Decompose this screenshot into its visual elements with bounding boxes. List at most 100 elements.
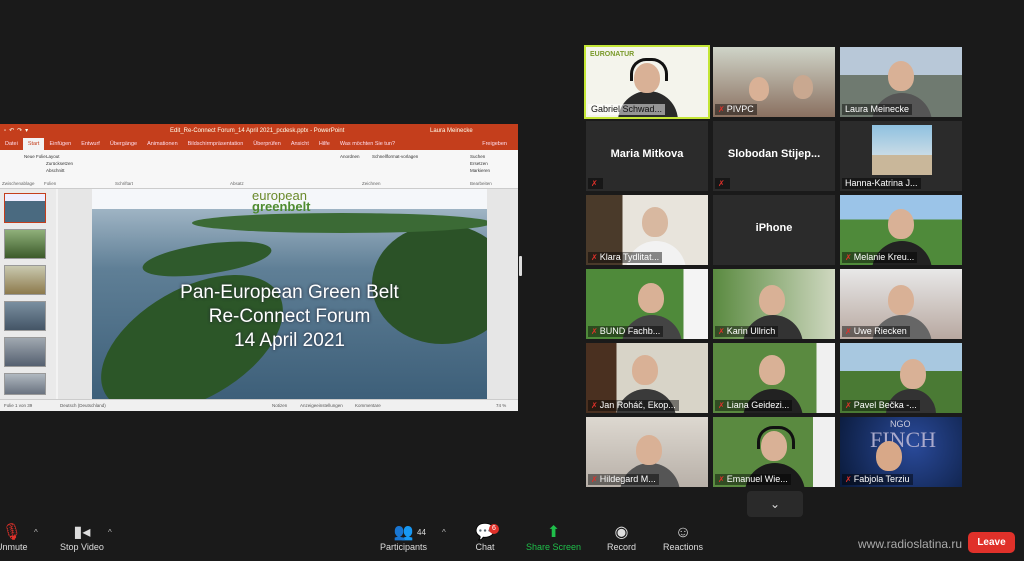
- participant-name: ✗ Emanuel Wie...: [715, 474, 791, 485]
- stop-video-label: Stop Video: [60, 542, 104, 552]
- share-screen-button[interactable]: ⬆ Share Screen: [526, 524, 581, 552]
- leave-button[interactable]: Leave: [968, 532, 1015, 553]
- language[interactable]: Deutsch (Deutschland): [60, 400, 106, 411]
- next-page-chevron-icon[interactable]: ⌄: [747, 491, 803, 517]
- video-tile[interactable]: ✗ Emanuel Wie...: [713, 417, 835, 487]
- tab-einfuegen[interactable]: Einfügen: [44, 138, 76, 150]
- group-editing: Bearbeiten: [470, 181, 492, 186]
- select-button[interactable]: Markieren: [470, 168, 490, 173]
- arrange-button[interactable]: Anordnen: [340, 154, 360, 159]
- new-slide-button[interactable]: Neue Folie: [24, 154, 46, 159]
- tab-ueberpruefen[interactable]: Überprüfen: [248, 138, 286, 150]
- tab-animationen[interactable]: Animationen: [142, 138, 183, 150]
- video-tile[interactable]: NGO FINCH ✗ Fabjola Terziu: [840, 417, 962, 487]
- participants-options-caret-icon[interactable]: ^: [442, 528, 446, 537]
- display-settings-button[interactable]: Anzeigeeinstellungen: [300, 400, 343, 411]
- video-tile[interactable]: ✗ Karin Ullrich: [713, 269, 835, 339]
- quick-styles-button[interactable]: Schnellformat-vorlagen: [372, 154, 418, 159]
- video-tile[interactable]: EURONATUR Gabriel Schwad...: [586, 47, 708, 117]
- mic-muted-icon: ✗: [718, 327, 725, 336]
- tab-ansicht[interactable]: Ansicht: [286, 138, 314, 150]
- far-shore: [192, 213, 487, 233]
- video-tile[interactable]: ✗ PIVPC: [713, 47, 835, 117]
- slide-canvas[interactable]: european greenbelt Pan-European Green Be…: [92, 189, 487, 399]
- slide-thumbnail[interactable]: [4, 337, 46, 367]
- tab-hilfe[interactable]: Hilfe: [314, 138, 335, 150]
- slide-thumbnail[interactable]: [4, 301, 46, 331]
- find-button[interactable]: Suchen: [470, 154, 485, 159]
- slide-counter: Folie 1 von 39: [4, 403, 33, 408]
- headphones-icon: [757, 426, 795, 449]
- video-tile[interactable]: ✗ Jan Roháč, Ekop...: [586, 343, 708, 413]
- record-button[interactable]: ◉ Record: [607, 524, 636, 552]
- headphones-icon: [630, 58, 668, 81]
- tell-me-search[interactable]: Was möchten Sie tun?: [335, 138, 400, 150]
- comments-button[interactable]: Kommentare: [355, 400, 381, 411]
- video-tile[interactable]: ✗ Melanie Kreu...: [840, 195, 962, 265]
- tab-datei[interactable]: Datei: [0, 138, 23, 150]
- participant-figure: [876, 441, 902, 471]
- video-tile[interactable]: ✗ Pavel Bečka -...: [840, 343, 962, 413]
- stop-video-button[interactable]: ▮◂ Stop Video: [60, 524, 104, 552]
- record-label: Record: [607, 542, 637, 552]
- ribbon: Neue Folie Layout Zurücksetzen Abschnitt…: [0, 150, 518, 189]
- share-ppt-button[interactable]: Freigeben: [477, 138, 512, 150]
- slide-thumbnail[interactable]: [4, 265, 46, 295]
- video-camera-icon: ▮◂: [73, 524, 91, 541]
- participant-name: ✗ Fabjola Terziu: [842, 474, 913, 485]
- participant-figure: [632, 355, 658, 385]
- zoom-level[interactable]: 74 %: [496, 400, 506, 411]
- tab-start[interactable]: Start: [22, 138, 45, 150]
- video-tile[interactable]: Slobodan Stijep... ✗: [713, 121, 835, 191]
- slide-thumbnail[interactable]: [4, 229, 46, 259]
- video-tile[interactable]: Maria Mitkova ✗: [586, 121, 708, 191]
- reactions-button[interactable]: ☺ Reactions: [663, 524, 703, 552]
- group-clipboard: Zwischenablage: [2, 181, 35, 186]
- notes-button[interactable]: Notizen: [272, 400, 287, 411]
- group-drawing: Zeichnen: [362, 181, 381, 186]
- slide-date: 14 April 2021: [234, 330, 345, 351]
- video-options-caret-icon[interactable]: ^: [108, 528, 112, 537]
- participant-name: ✗ Pavel Bečka -...: [842, 400, 920, 411]
- mic-muted-icon: ✗: [845, 253, 852, 262]
- participant-figure: [888, 209, 914, 239]
- mic-muted-icon: ✗: [591, 253, 598, 262]
- video-tile[interactable]: ✗ BUND Fachb...: [586, 269, 708, 339]
- mic-muted-icon: ✗: [591, 401, 598, 410]
- tab-uebergaenge[interactable]: Übergänge: [105, 138, 142, 150]
- participant-figure: [888, 61, 914, 91]
- participant-muted: ✗: [588, 178, 603, 189]
- powerpoint-status-bar: Folie 1 von 39 Deutsch (Deutschland) Not…: [0, 399, 518, 411]
- slide-editor[interactable]: european greenbelt Pan-European Green Be…: [58, 189, 518, 399]
- video-tile[interactable]: ✗ Hildegard M...: [586, 417, 708, 487]
- participant-figure: [638, 283, 664, 313]
- video-tile[interactable]: ✗ Uwe Riecken: [840, 269, 962, 339]
- slide-thumbnail[interactable]: [4, 193, 46, 223]
- share-screen-icon: ⬆: [546, 524, 561, 541]
- video-tile[interactable]: ✗ Liana Geidezi...: [713, 343, 835, 413]
- layout-button[interactable]: Layout: [46, 154, 60, 159]
- shared-screen: ▫↶↷▾ Edit_Re-Connect Forum_14 April 2021…: [0, 124, 518, 411]
- slide-thumbnail[interactable]: [4, 373, 46, 395]
- section-button[interactable]: Abschnitt: [46, 168, 65, 173]
- mic-muted-icon: ✗: [845, 475, 852, 484]
- tab-bildschirmpraesentation[interactable]: Bildschirmpräsentation: [183, 138, 249, 150]
- tab-entwurf[interactable]: Entwurf: [76, 138, 105, 150]
- video-tile[interactable]: iPhone: [713, 195, 835, 265]
- unmute-button[interactable]: 🎙 Unmute: [0, 524, 28, 552]
- group-slides: Folien: [44, 181, 57, 186]
- audio-options-caret-icon[interactable]: ^: [34, 528, 38, 537]
- mic-off-icon: 🎙: [1, 524, 22, 541]
- video-tile[interactable]: Hanna-Katrina J...: [840, 121, 962, 191]
- reset-button[interactable]: Zurücksetzen: [46, 161, 73, 166]
- replace-button[interactable]: Ersetzen: [470, 161, 488, 166]
- participant-name: ✗ BUND Fachb...: [588, 326, 664, 337]
- video-tile[interactable]: Laura Meinecke: [840, 47, 962, 117]
- quick-access-icons[interactable]: ▫↶↷▾: [4, 124, 31, 138]
- mic-muted-icon: ✗: [845, 327, 852, 336]
- split-drag-handle[interactable]: [519, 256, 522, 276]
- participant-name-center: Slobodan Stijep...: [727, 148, 821, 160]
- video-tile[interactable]: ✗ Klara Tydlitat...: [586, 195, 708, 265]
- group-paragraph: Absatz: [230, 181, 244, 186]
- share-screen-label: Share Screen: [526, 542, 582, 552]
